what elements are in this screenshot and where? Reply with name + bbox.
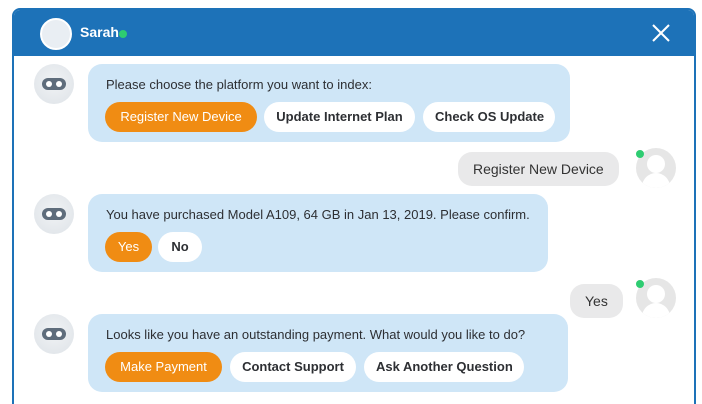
user-message-bubble: Register New Device	[458, 152, 619, 186]
agent-name: Sarah	[80, 24, 119, 40]
close-icon[interactable]	[650, 22, 672, 44]
user-message-bubble: Yes	[570, 284, 623, 318]
bot-message-text: Looks like you have an outstanding payme…	[106, 327, 526, 342]
option-ask-another-question[interactable]: Ask Another Question	[364, 352, 524, 382]
online-status-indicator	[119, 30, 127, 38]
option-contact-support[interactable]: Contact Support	[230, 352, 356, 382]
bot-message-bubble: Looks like you have an outstanding payme…	[88, 314, 568, 392]
option-no[interactable]: No	[158, 232, 202, 262]
agent-avatar	[40, 18, 72, 50]
bot-avatar	[34, 194, 74, 234]
user-online-indicator	[636, 150, 644, 158]
bot-message-bubble: You have purchased Model A109, 64 GB in …	[88, 194, 548, 272]
chat-window: Sarah Please choose the platform you wan…	[12, 8, 696, 404]
bot-avatar	[34, 64, 74, 104]
option-register-new-device[interactable]: Register New Device	[105, 102, 257, 132]
option-yes[interactable]: Yes	[105, 232, 152, 262]
bot-message-bubble: Please choose the platform you want to i…	[88, 64, 570, 142]
bot-message-text: Please choose the platform you want to i…	[106, 77, 372, 92]
chat-header: Sarah	[14, 10, 694, 56]
option-check-os-update[interactable]: Check OS Update	[423, 102, 555, 132]
option-update-internet-plan[interactable]: Update Internet Plan	[264, 102, 415, 132]
bot-message-text: You have purchased Model A109, 64 GB in …	[106, 207, 530, 222]
bot-avatar	[34, 314, 74, 354]
user-online-indicator	[636, 280, 644, 288]
option-make-payment[interactable]: Make Payment	[105, 352, 222, 382]
